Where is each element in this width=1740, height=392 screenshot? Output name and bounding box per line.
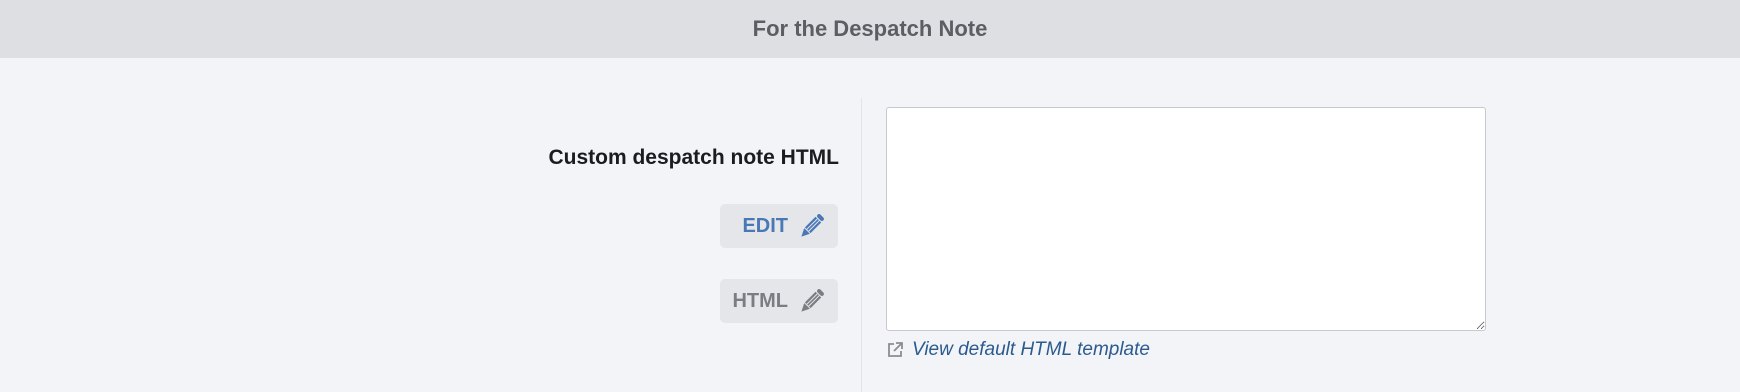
edit-button-label: EDIT	[742, 214, 788, 237]
section-header: For the Despatch Note	[0, 0, 1740, 58]
html-button[interactable]: HTML	[720, 279, 838, 323]
view-template-link-text: View default HTML template	[912, 339, 1150, 360]
external-link-icon	[888, 342, 903, 357]
pencil-icon	[801, 214, 824, 237]
section-title: For the Despatch Note	[752, 16, 988, 41]
edit-button[interactable]: EDIT	[720, 204, 838, 248]
view-template-link[interactable]: View default HTML template	[886, 339, 1150, 361]
column-divider	[861, 98, 862, 392]
html-button-label: HTML	[732, 289, 788, 312]
field-label: Custom despatch note HTML	[548, 146, 839, 169]
pencil-icon	[801, 289, 824, 312]
despatch-note-html-textarea[interactable]	[886, 107, 1486, 331]
